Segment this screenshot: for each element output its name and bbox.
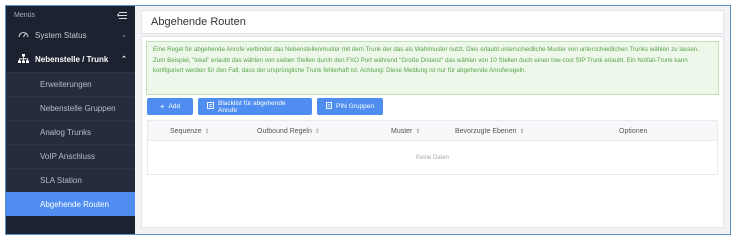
add-button[interactable]: + Add (147, 98, 193, 115)
column-header-sequence[interactable]: Sequenze ⇕ (170, 121, 210, 141)
column-header-privilege-level[interactable]: Bevorzugte Ebenen ⇕ (455, 121, 525, 141)
chevron-down-icon: ⌄ (121, 32, 127, 39)
page-title: Abgehende Routen (151, 16, 246, 28)
info-notice: Eine Regel für abgehende Anrufe verbinde… (146, 41, 719, 95)
table-header: Sequenze ⇕ Outbound Regeln ⇕ Muster ⇕ Bevor… (148, 121, 717, 141)
sidebar-section-label: Nebenstelle / Trunk (35, 54, 109, 64)
sidebar-item-extensions[interactable]: Erweiterungen (6, 72, 135, 96)
content-card: Eine Regel für abgehende Anrufe verbinde… (141, 36, 724, 228)
sidebar-item-voip-trunks[interactable]: VoIP Anschluss (6, 144, 135, 168)
sidebar-header: Menüs (6, 6, 135, 24)
sitemap-icon (18, 53, 29, 65)
sidebar-item-system-status[interactable]: System Status ⌄ (6, 24, 135, 46)
sidebar: Menüs System Status ⌄ Nebenstelle / Trun… (6, 6, 135, 234)
add-button-label: Add (168, 103, 181, 110)
plus-icon: + (159, 102, 165, 111)
column-header-label: Muster (391, 127, 413, 135)
sort-icon: ⇕ (415, 128, 421, 135)
column-header-label: Optionen (619, 127, 648, 135)
routes-table: Sequenze ⇕ Outbound Regeln ⇕ Muster ⇕ Bevor… (147, 120, 718, 175)
blacklist-button-label: Blacklist für abgehende Anrufe (218, 99, 286, 114)
column-header-outbound-rules[interactable]: Outbound Regeln ⇕ (257, 121, 320, 141)
empty-state: Keine Daten (415, 155, 450, 161)
blacklist-icon (207, 102, 214, 111)
pin-groups-button-label: PIN Gruppen (336, 103, 374, 110)
sidebar-item-analog-trunks[interactable]: Analog Trunks (6, 120, 135, 144)
sidebar-item-outbound-routes[interactable]: Abgehende Routen (6, 192, 135, 216)
document-icon (326, 102, 332, 111)
sidebar-item-sla-station[interactable]: SLA Station (6, 168, 135, 192)
column-header-options: Optionen (619, 121, 647, 141)
sidebar-item-extension-groups[interactable]: Nebenstelle Gruppen (6, 96, 135, 120)
menu-collapse-icon[interactable] (117, 11, 127, 19)
toolbar: + Add Blacklist für abgehende Anrufe PIN… (147, 98, 383, 115)
sort-icon: ⇕ (519, 128, 525, 135)
column-header-pattern[interactable]: Muster ⇕ (391, 121, 420, 141)
sidebar-header-label: Menüs (14, 11, 36, 19)
blacklist-button[interactable]: Blacklist für abgehende Anrufe (198, 98, 312, 115)
main-panel: Abgehende Routen Eine Regel für abgehend… (135, 6, 730, 234)
column-header-label: Outbound Regeln (257, 127, 312, 135)
sidebar-section-extension-trunk[interactable]: Nebenstelle / Trunk ⌃ (6, 46, 135, 72)
sidebar-item-label: System Status (35, 30, 87, 40)
page-title-bar: Abgehende Routen (141, 10, 724, 34)
pin-groups-button[interactable]: PIN Gruppen (317, 98, 383, 115)
sort-icon: ⇕ (314, 128, 320, 135)
column-header-label: Bevorzugte Ebenen (455, 127, 517, 135)
sort-icon: ⇕ (204, 128, 210, 135)
gauge-icon (18, 30, 29, 40)
app-frame: Menüs System Status ⌄ Nebenstelle / Trun… (5, 5, 731, 235)
chevron-up-icon: ⌃ (121, 56, 127, 63)
column-header-label: Sequenze (170, 127, 202, 135)
